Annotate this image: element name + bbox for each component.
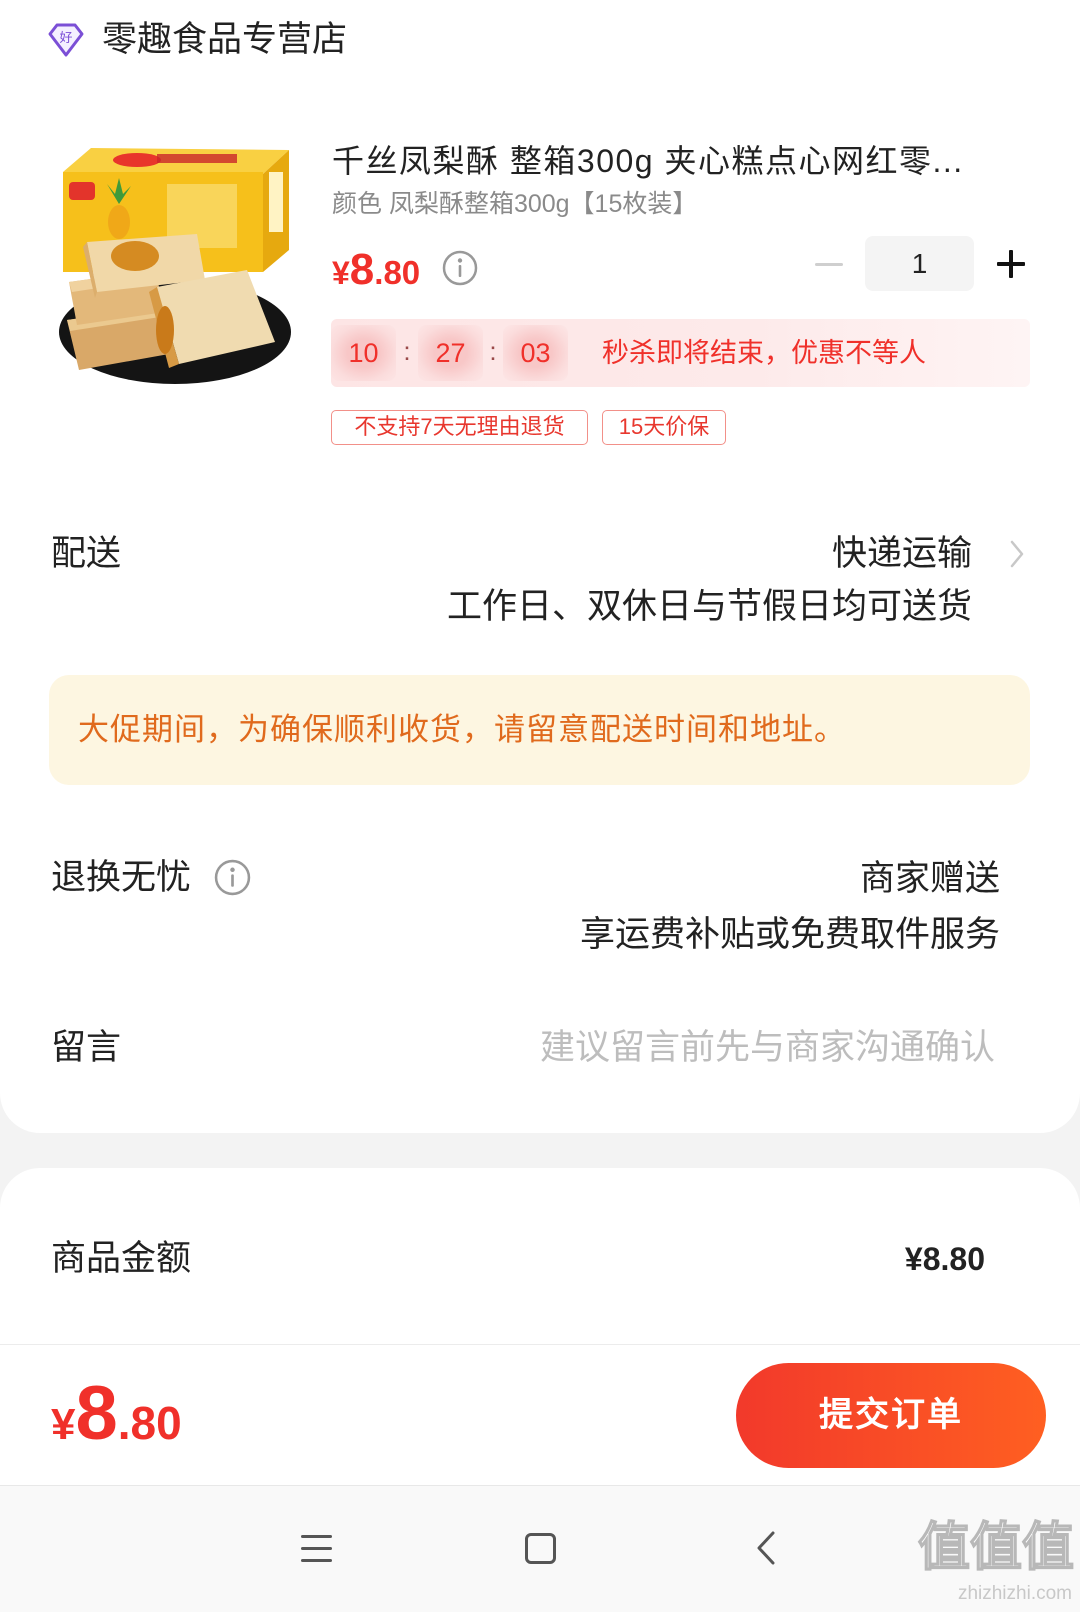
countdown-hours: 10 — [331, 325, 396, 381]
promo-notice-text: 大促期间，为确保顺利收货，请留意配送时间和地址。 — [78, 712, 846, 747]
total-currency: ¥ — [51, 1400, 76, 1449]
delivery-schedule: 工作日、双休日与节假日均可送货 — [446, 587, 972, 626]
quantity-plus-button[interactable] — [987, 240, 1035, 288]
countdown-separator: : — [403, 336, 411, 366]
product-spec[interactable]: 颜色 凤梨酥整箱300g【15枚装】 — [332, 187, 697, 221]
flash-sale-message: 秒杀即将结束，优惠不等人 — [602, 338, 926, 368]
delivery-method[interactable]: 快递运输 — [832, 532, 972, 576]
submit-order-button[interactable]: 提交订单 — [736, 1363, 1046, 1468]
returns-value: 商家赠送 — [859, 859, 1000, 898]
returns-detail: 享运费补贴或免费取件服务 — [579, 915, 1000, 954]
delivery-label: 配送 — [51, 534, 122, 573]
message-input[interactable] — [470, 1022, 995, 1074]
message-label: 留言 — [51, 1028, 122, 1067]
store-name: 零趣食品专营店 — [102, 20, 348, 59]
countdown-separator: : — [489, 336, 497, 366]
price-decimal: .80 — [374, 254, 421, 291]
info-icon[interactable] — [442, 250, 478, 286]
chevron-right-icon[interactable] — [1010, 540, 1024, 568]
home-square-icon[interactable] — [525, 1533, 556, 1564]
price-integer: 8 — [349, 245, 375, 294]
countdown-seconds: 03 — [503, 325, 568, 381]
quantity-minus-button[interactable] — [805, 241, 853, 289]
countdown-minutes: 27 — [418, 325, 483, 381]
store-badge-char: 好 — [59, 31, 72, 46]
store-badge-icon: 好 — [48, 23, 84, 57]
product-image[interactable] — [57, 142, 293, 386]
price-currency: ¥ — [332, 255, 350, 291]
product-price: ¥ 8 .80 — [332, 248, 420, 292]
goods-amount-label: 商品金额 — [51, 1239, 192, 1278]
minus-icon — [815, 263, 843, 266]
total-integer: 8 — [75, 1371, 118, 1456]
tag-no-7day-return: 不支持7天无理由退货 — [331, 410, 588, 445]
flash-sale-bar: 10 : 27 : 03 秒杀即将结束，优惠不等人 — [331, 319, 1030, 387]
back-chevron-icon[interactable] — [755, 1530, 777, 1566]
total-decimal: .80 — [117, 1397, 182, 1449]
returns-label: 退换无忧 — [51, 858, 192, 897]
watermark-url: zhizhizhi.com — [957, 1583, 1072, 1604]
product-title[interactable]: 千丝凤梨酥 整箱300g 夹心糕点心网红零... — [332, 139, 1030, 183]
goods-amount-value: ¥8.80 — [904, 1241, 985, 1277]
watermark-logo: 值值值 — [917, 1518, 1075, 1578]
promo-notice: 大促期间，为确保顺利收货，请留意配送时间和地址。 — [49, 675, 1030, 785]
menu-icon[interactable] — [301, 1535, 332, 1562]
quantity-field[interactable]: 1 — [865, 236, 974, 291]
info-icon[interactable] — [214, 859, 251, 896]
store-header[interactable]: 好 零趣食品专营店 — [40, 12, 370, 68]
tag-price-protection: 15天价保 — [602, 410, 726, 445]
total-price: ¥ 8 .80 — [51, 1376, 182, 1452]
plus-icon — [997, 250, 1025, 278]
